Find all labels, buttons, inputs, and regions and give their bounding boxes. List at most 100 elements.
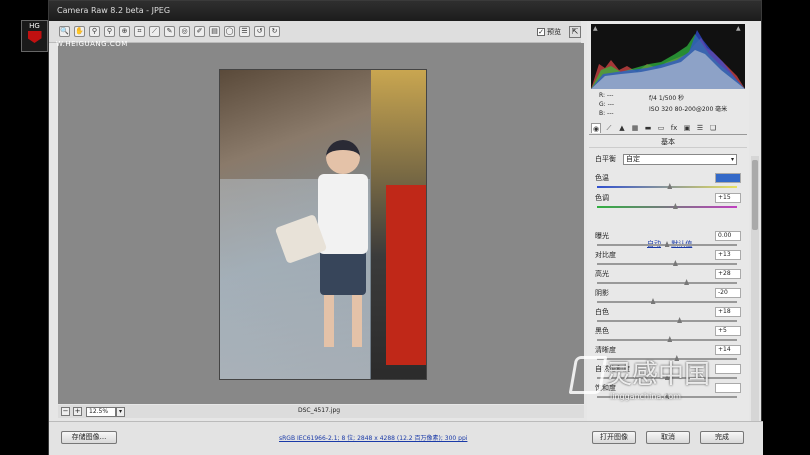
title-bar: Camera Raw 8.2 beta - JPEG [49,1,761,21]
heiguang-logo: HG [21,20,48,52]
scrollbar-thumb[interactable] [752,160,758,230]
histogram: ▲ ▲ [591,24,745,89]
slider-value-field[interactable]: +18 [715,307,741,317]
cancel-button[interactable]: 取消 [646,431,690,444]
graduated-filter-icon[interactable]: ▤ [209,26,220,37]
red-eye-icon[interactable]: ◎ [179,26,190,37]
presets-icon[interactable]: ☰ [695,123,705,133]
split-toning-icon[interactable]: ▬ [643,123,653,133]
slider-label: 阴影 [595,289,609,297]
b-value: B: --- [599,110,614,117]
straighten-icon[interactable]: ⟋ [149,26,160,37]
slider-label: 对比度 [595,251,616,259]
slider-sliders-3: 阴影 -20 [595,288,741,307]
white-balance-row: 白平衡 自定 ▾ [595,154,745,166]
preview-toggle[interactable]: ✓ 预览 [537,27,561,37]
g-value: G: --- [599,101,615,108]
workflow-options-link[interactable]: sRGB IEC61966-2.1; 8 位; 2848 x 4288 (12.… [279,433,467,442]
slider-value-field[interactable]: +28 [715,269,741,279]
exif-info: f/4 1/500 秒 ISO 320 80-200@200 毫米 [649,93,727,115]
file-name: DSC_4517.jpg [298,407,341,414]
fullscreen-icon[interactable]: ⇱ [569,26,581,38]
slider-sliders-4: 白色 +18 [595,307,741,326]
preferences-icon[interactable]: ☰ [239,26,250,37]
snapshots-icon[interactable]: ❏ [708,123,718,133]
slider-track[interactable] [597,206,737,208]
camera-calibration-icon[interactable]: ▣ [682,123,692,133]
panel-title: 基本 [589,137,747,148]
slider-sliders_top-0: 色温 [595,173,741,192]
white-balance-label: 白平衡 [595,155,616,163]
slider-track[interactable] [597,263,737,265]
slider-track[interactable] [597,301,737,303]
preview-checkbox[interactable]: ✓ [537,28,545,36]
white-balance-icon[interactable]: ⚲ [89,26,100,37]
slider-label: 白色 [595,308,609,316]
open-image-button[interactable]: 打开图像 [592,431,636,444]
histogram-graph [591,30,745,89]
slider-value-field[interactable]: 0.00 [715,231,741,241]
hand-icon[interactable]: ✋ [74,26,85,37]
slider-label: 曝光 [595,232,609,240]
rgb-readout: R: --- G: --- B: --- [599,91,614,118]
watermark: 灵感中国 lingganchina.com [568,352,772,412]
photo-kid-legs [324,295,362,347]
status-bar: − + 12.5% ▾ DSC_4517.jpg [58,405,584,418]
zoom-level[interactable]: 12.5% [86,406,116,417]
watermark-url: lingganchina.com [610,392,681,401]
zoom-icon[interactable]: 🔍 [59,26,70,37]
highlight-clipping-icon[interactable]: ▲ [736,26,743,32]
slider-sliders-2: 高光 +28 [595,269,741,288]
chevron-down-icon: ▾ [730,156,734,163]
lens-icon[interactable]: ▭ [656,123,666,133]
slider-value-field[interactable]: +15 [715,193,741,203]
basic-icon[interactable]: ◉ [591,123,601,133]
slider-track[interactable] [597,339,737,341]
rotate-ccw-icon[interactable]: ↺ [254,26,265,37]
watermark-title: 灵感中国 [606,360,711,390]
radial-filter-icon[interactable]: ◯ [224,26,235,37]
slider-track[interactable] [597,186,737,188]
photo-kid-body [318,174,368,254]
zoom-out-button[interactable]: − [61,407,70,416]
spot-removal-icon[interactable]: ✎ [164,26,175,37]
aperture-shutter: f/4 1/500 秒 [649,95,685,102]
slider-value-field[interactable]: -20 [715,288,741,298]
adjust-brush-icon[interactable]: ✐ [194,26,205,37]
slider-track[interactable] [597,320,737,322]
watermark-logo-icon [568,356,608,394]
toolbar: 🔍 ✋ ⚲ ⚲ ⊕ ⌗ ⟋ ✎ ◎ ✐ ▤ ◯ ☰ ↺ ↻ [49,21,581,43]
tone-curve-icon[interactable]: ⟋ [604,123,614,133]
photo-kid-head [326,140,360,174]
zoom-dropdown[interactable]: ▾ [116,406,125,417]
slider-sliders-5: 黑色 +5 [595,326,741,345]
photo-preview [219,69,427,380]
shield-icon [27,31,42,43]
target-adjust-icon[interactable]: ⊕ [119,26,130,37]
done-button[interactable]: 完成 [700,431,744,444]
save-image-button[interactable]: 存储图像... [61,431,117,444]
slider-sliders-0: 曝光 0.00 [595,231,741,250]
slider-value-field[interactable]: +5 [715,326,741,336]
slider-label: 高光 [595,270,609,278]
color-sampler-icon[interactable]: ⚲ [104,26,115,37]
effects-icon[interactable]: fx [669,123,679,133]
preview-label: 预览 [547,28,561,36]
crop-icon[interactable]: ⌗ [134,26,145,37]
zoom-in-button[interactable]: + [73,407,82,416]
hsl-icon[interactable]: ▦ [630,123,640,133]
bottom-bar: 存储图像... sRGB IEC61966-2.1; 8 位; 2848 x 4… [49,421,763,455]
r-value: R: --- [599,92,614,99]
slider-sliders-1: 对比度 +13 [595,250,741,269]
photo-kid-shorts [320,250,366,295]
slider-track[interactable] [597,282,737,284]
panel-tabs: ◉ ⟋ ▲ ▦ ▬ ▭ fx ▣ ☰ ❏ [589,123,747,135]
slider-value-field[interactable] [715,173,741,183]
white-balance-select[interactable]: 自定 ▾ [623,154,737,165]
rotate-cw-icon[interactable]: ↻ [269,26,280,37]
detail-icon[interactable]: ▲ [617,123,627,133]
slider-label: 黑色 [595,327,609,335]
slider-value-field[interactable]: +13 [715,250,741,260]
shadow-clipping-icon[interactable]: ▲ [593,26,600,32]
slider-label: 色调 [595,194,609,202]
